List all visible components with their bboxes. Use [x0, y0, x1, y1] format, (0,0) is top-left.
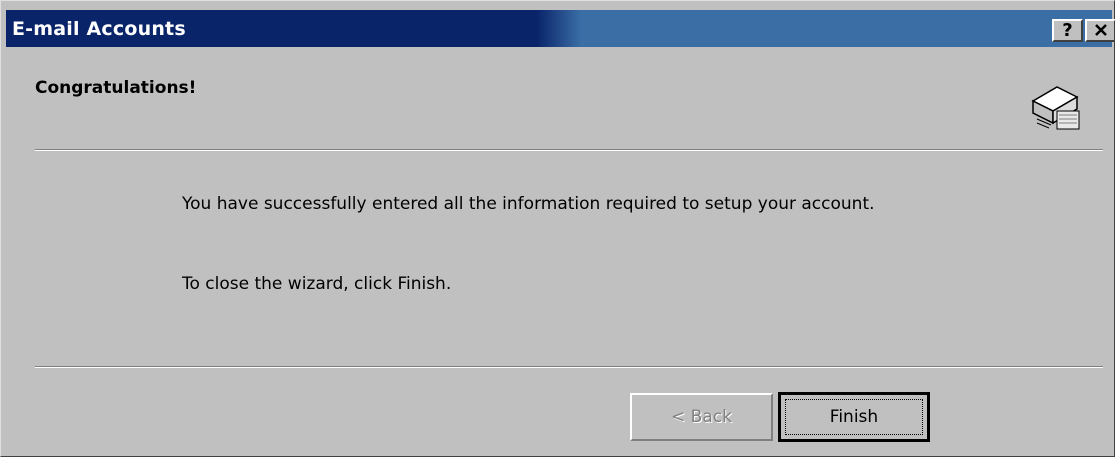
finish-button[interactable]: Finish — [778, 392, 930, 442]
close-button[interactable] — [1085, 19, 1115, 42]
window-title: E-mail Accounts — [12, 18, 186, 40]
title-bar[interactable]: E-mail Accounts ? — [6, 10, 1115, 47]
wizard-heading: Congratulations! — [35, 78, 197, 98]
close-instruction: To close the wizard, click Finish. — [182, 274, 452, 294]
footer-divider — [35, 366, 1103, 368]
finish-button-label: Finish — [785, 399, 923, 435]
help-button[interactable]: ? — [1052, 19, 1083, 42]
header-divider — [35, 149, 1103, 151]
email-accounts-dialog: E-mail Accounts ? Congratulations! You h… — [0, 0, 1115, 457]
close-icon — [1094, 24, 1107, 36]
back-button[interactable]: < Back — [630, 393, 773, 441]
email-wizard-icon — [1031, 86, 1080, 130]
success-message: You have successfully entered all the in… — [182, 194, 875, 214]
